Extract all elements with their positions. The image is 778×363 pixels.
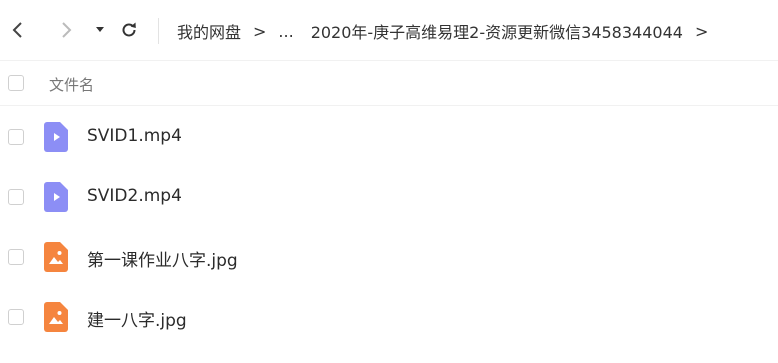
breadcrumb-separator: > [253, 21, 267, 41]
file-name[interactable]: SVID1.mp4 [87, 126, 182, 146]
file-name[interactable]: SVID2.mp4 [87, 186, 182, 206]
row-checkbox[interactable] [8, 189, 24, 205]
chevron-right-icon [62, 22, 72, 38]
breadcrumb-current[interactable]: 2020年-庚子高维易理2-资源更新微信3458344044 [311, 19, 683, 43]
column-header-filename[interactable]: 文件名 [49, 74, 94, 95]
image-file-icon [44, 302, 68, 332]
list-item[interactable]: 第一课作业八字.jpg [0, 227, 778, 287]
refresh-button[interactable] [117, 18, 141, 42]
video-file-icon [44, 122, 68, 152]
forward-button[interactable] [54, 18, 78, 42]
list-header: 文件名 [0, 60, 778, 106]
breadcrumb-ellipsis[interactable]: ... [278, 22, 293, 41]
list-item[interactable]: SVID2.mp4 [0, 167, 778, 227]
toolbar: 我的网盘 > ... 2020年-庚子高维易理2-资源更新微信345834404… [0, 0, 778, 60]
breadcrumb: 我的网盘 > ... 2020年-庚子高维易理2-资源更新微信345834404… [177, 18, 720, 44]
image-file-icon [44, 242, 68, 272]
refresh-icon [122, 22, 136, 37]
file-name[interactable]: 第一课作业八字.jpg [87, 246, 238, 271]
breadcrumb-trailing-separator[interactable]: > [695, 22, 708, 41]
row-checkbox[interactable] [8, 249, 24, 265]
row-checkbox[interactable] [8, 129, 24, 145]
select-all-checkbox[interactable] [8, 75, 24, 91]
back-button[interactable] [6, 18, 30, 42]
toolbar-divider [158, 18, 159, 44]
chevron-left-icon [12, 22, 22, 38]
caret-down-icon [96, 27, 104, 32]
breadcrumb-root[interactable]: 我的网盘 [177, 19, 241, 43]
history-dropdown-button[interactable] [88, 18, 112, 42]
video-file-icon [44, 182, 68, 212]
row-checkbox[interactable] [8, 309, 24, 325]
list-item[interactable]: SVID1.mp4 [0, 107, 778, 167]
file-name[interactable]: 建一八字.jpg [87, 306, 187, 331]
list-item[interactable]: 建一八字.jpg [0, 287, 778, 347]
